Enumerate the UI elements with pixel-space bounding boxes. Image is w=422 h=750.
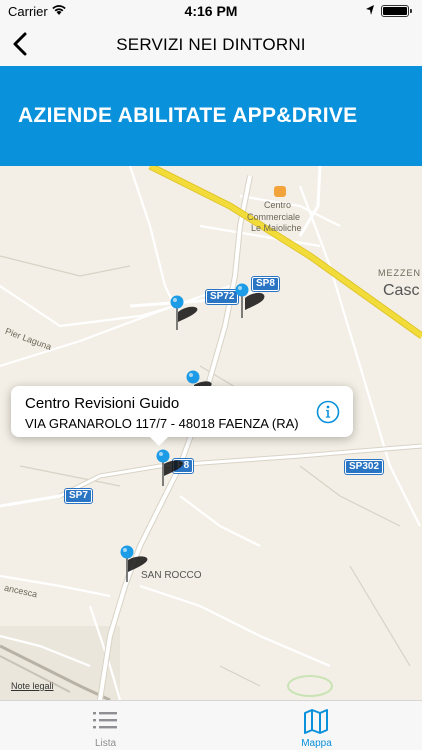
- list-icon: [93, 712, 117, 729]
- location-callout[interactable]: Centro Revisioni Guido VIA GRANAROLO 117…: [11, 386, 353, 446]
- page-title: SERVIZI NEI DINTORNI: [116, 35, 306, 54]
- map-view[interactable]: Centro Commerciale Le Maioliche MEZZEN C…: [0, 166, 422, 700]
- road-shield-sp7: SP7: [64, 488, 93, 504]
- battery-icon: [381, 5, 412, 17]
- map-icon: [304, 709, 328, 734]
- map-pin[interactable]: [233, 282, 293, 332]
- legal-notes-link[interactable]: Note legali: [11, 681, 54, 691]
- tab-lista-label: Lista: [94, 738, 117, 749]
- tab-mappa-label: Mappa: [301, 738, 332, 749]
- callout-business-name: Centro Revisioni Guido: [25, 395, 180, 412]
- info-icon[interactable]: [316, 400, 340, 424]
- map-label-maioliche: Le Maioliche: [251, 223, 302, 233]
- map-pin[interactable]: [118, 544, 178, 594]
- location-arrow-icon: [366, 5, 374, 15]
- navigation-bar: SERVIZI NEI DINTORNI: [0, 22, 422, 66]
- status-bar: Carrier 4:16 PM: [0, 0, 422, 22]
- map-pin[interactable]: [154, 448, 214, 498]
- map-label-centro: Centro: [264, 200, 292, 210]
- map-pin[interactable]: [168, 294, 228, 344]
- clock: 4:16 PM: [184, 3, 238, 19]
- road-shield-sp302: SP302: [343, 459, 385, 475]
- tab-bar: Lista Mappa: [0, 700, 422, 750]
- banner-title: AZIENDE ABILITATE APP&DRIVE: [18, 104, 358, 127]
- tab-lista[interactable]: Lista: [0, 701, 211, 750]
- section-banner: AZIENDE ABILITATE APP&DRIVE: [0, 66, 422, 166]
- tab-mappa[interactable]: Mappa: [211, 701, 422, 750]
- callout-address: VIA GRANAROLO 117/7 - 48018 FAENZA (RA): [25, 416, 299, 431]
- map-label-caso: Casc: [383, 282, 420, 299]
- map-label-mezzeno: MEZZEN: [378, 268, 421, 278]
- map-label-commerciale: Commerciale: [247, 212, 301, 222]
